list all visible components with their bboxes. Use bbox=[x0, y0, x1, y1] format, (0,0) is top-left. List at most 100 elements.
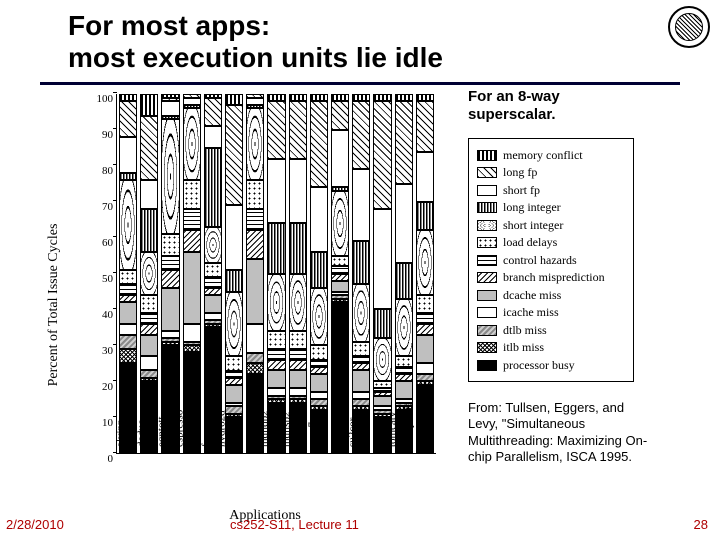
seg-control_hazards bbox=[416, 313, 434, 324]
seg-short_fp bbox=[204, 126, 222, 148]
seg-short_integer bbox=[373, 338, 391, 381]
y-tick: 10 bbox=[87, 417, 113, 429]
seg-load_delays bbox=[289, 331, 307, 349]
legend-swatch-load_delays bbox=[477, 237, 497, 248]
y-tick: 80 bbox=[87, 165, 113, 177]
seg-short_integer bbox=[140, 252, 158, 295]
bars-container: alvinndoduceqntottespressofpppphydro2dli… bbox=[117, 94, 436, 453]
seg-short_fp bbox=[416, 152, 434, 202]
seg-long_integer bbox=[267, 223, 285, 273]
seg-short_fp bbox=[225, 205, 243, 270]
seg-dcache_miss bbox=[373, 396, 391, 407]
seg-dcache_miss bbox=[416, 335, 434, 364]
seg-short_fp bbox=[352, 169, 370, 241]
legend-swatch-processor_busy bbox=[477, 360, 497, 371]
seg-dtlb_miss bbox=[246, 353, 264, 364]
seg-dcache_miss bbox=[352, 370, 370, 392]
x-tick: swm bbox=[372, 426, 384, 447]
seg-itlb_miss bbox=[246, 363, 264, 374]
legend-label: short fp bbox=[503, 183, 540, 198]
seg-icache_miss bbox=[119, 324, 137, 335]
seg-control_hazards bbox=[140, 313, 158, 324]
seg-load_delays bbox=[140, 295, 158, 313]
seg-load_delays bbox=[310, 345, 328, 359]
seg-long_fp bbox=[225, 105, 243, 206]
legend-swatch-dcache_miss bbox=[477, 290, 497, 301]
y-tick: 30 bbox=[87, 345, 113, 357]
seg-branch_mispred bbox=[225, 378, 243, 385]
bar-eqntott: eqntott bbox=[161, 94, 179, 453]
legend-row-short_integer: short integer bbox=[477, 218, 625, 233]
seg-short_integer bbox=[289, 274, 307, 331]
seg-short_fp bbox=[289, 159, 307, 224]
seg-long_fp bbox=[331, 101, 349, 130]
seg-dtlb_miss bbox=[416, 374, 434, 381]
seg-dcache_miss bbox=[331, 281, 349, 292]
subtitle-line2: superscalar. bbox=[468, 106, 556, 123]
seg-icache_miss bbox=[352, 392, 370, 399]
seg-long_integer bbox=[140, 209, 158, 252]
seg-short_fp bbox=[310, 187, 328, 252]
y-tick-mark bbox=[113, 380, 117, 381]
seg-short_integer bbox=[204, 227, 222, 263]
legend-row-memory_conflict: memory conflict bbox=[477, 148, 625, 163]
footer-lecture: cs252-S11, Lecture 11 bbox=[230, 517, 359, 532]
seg-load_delays bbox=[246, 180, 264, 209]
seg-branch_mispred bbox=[204, 288, 222, 295]
legend-label: long fp bbox=[503, 165, 537, 180]
seg-long_integer bbox=[204, 148, 222, 227]
seg-control_hazards bbox=[395, 367, 413, 374]
seg-branch_mispred bbox=[140, 324, 158, 335]
seg-branch_mispred bbox=[119, 295, 137, 302]
bar-hydro2d: hydro2d bbox=[225, 94, 243, 453]
seg-control_hazards bbox=[246, 209, 264, 231]
legend-row-itlb_miss: itlb miss bbox=[477, 340, 625, 355]
seg-long_integer bbox=[416, 202, 434, 231]
x-tick: ora bbox=[333, 433, 345, 447]
legend-swatch-dtlb_miss bbox=[477, 325, 497, 336]
seg-dcache_miss bbox=[183, 252, 201, 324]
bar-swm: swm bbox=[373, 94, 391, 453]
seg-short_integer bbox=[416, 230, 434, 295]
bar-mdljdp2: mdljdp2 bbox=[267, 94, 285, 453]
seg-branch_mispred bbox=[310, 367, 328, 374]
y-tick-mark bbox=[113, 452, 117, 453]
seg-dcache_miss bbox=[119, 302, 137, 324]
seg-short_integer bbox=[225, 292, 243, 357]
seg-icache_miss bbox=[416, 363, 434, 374]
x-tick: mdljdp2 bbox=[258, 410, 270, 447]
seg-memory_conflict bbox=[289, 94, 307, 101]
seg-branch_mispred bbox=[267, 360, 285, 371]
seg-short_fp bbox=[183, 98, 201, 105]
legend-label: branch misprediction bbox=[503, 270, 605, 285]
seg-memory_conflict bbox=[310, 94, 328, 101]
legend-label: control hazards bbox=[503, 253, 577, 268]
subtitle-line1: For an 8-way bbox=[468, 88, 560, 105]
legend-row-control_hazards: control hazards bbox=[477, 253, 625, 268]
legend-row-processor_busy: processor busy bbox=[477, 358, 625, 373]
stacked-bar-chart: Percent of Total Issue Cycles alvinndodu… bbox=[80, 90, 450, 520]
legend-box: memory conflict long fp short fp long integ… bbox=[468, 138, 634, 382]
seg-load_delays bbox=[395, 356, 413, 367]
legend-label: itlb miss bbox=[503, 340, 544, 355]
seg-dcache_miss bbox=[289, 370, 307, 388]
seg-load_delays bbox=[225, 356, 243, 370]
seg-control_hazards bbox=[310, 360, 328, 367]
bar-tomcatv: tomcatv bbox=[395, 94, 413, 453]
legend-label: long integer bbox=[503, 200, 561, 215]
y-tick-mark bbox=[113, 308, 117, 309]
title-underline bbox=[40, 82, 680, 85]
x-tick: nasa7 bbox=[306, 422, 318, 447]
legend-row-long_integer: long integer bbox=[477, 200, 625, 215]
seg-memory_conflict bbox=[267, 94, 285, 101]
y-tick-mark bbox=[113, 164, 117, 165]
x-tick: mdljsp2 bbox=[280, 412, 292, 447]
seg-icache_miss bbox=[310, 392, 328, 399]
seg-short_fp bbox=[119, 137, 137, 173]
seg-dcache_miss bbox=[310, 374, 328, 392]
seg-memory_conflict bbox=[331, 94, 349, 101]
seg-long_fp bbox=[416, 101, 434, 151]
bar-espresso: espresso bbox=[183, 94, 201, 453]
seg-dtlb_miss bbox=[225, 406, 243, 413]
y-tick: 100 bbox=[87, 93, 113, 105]
